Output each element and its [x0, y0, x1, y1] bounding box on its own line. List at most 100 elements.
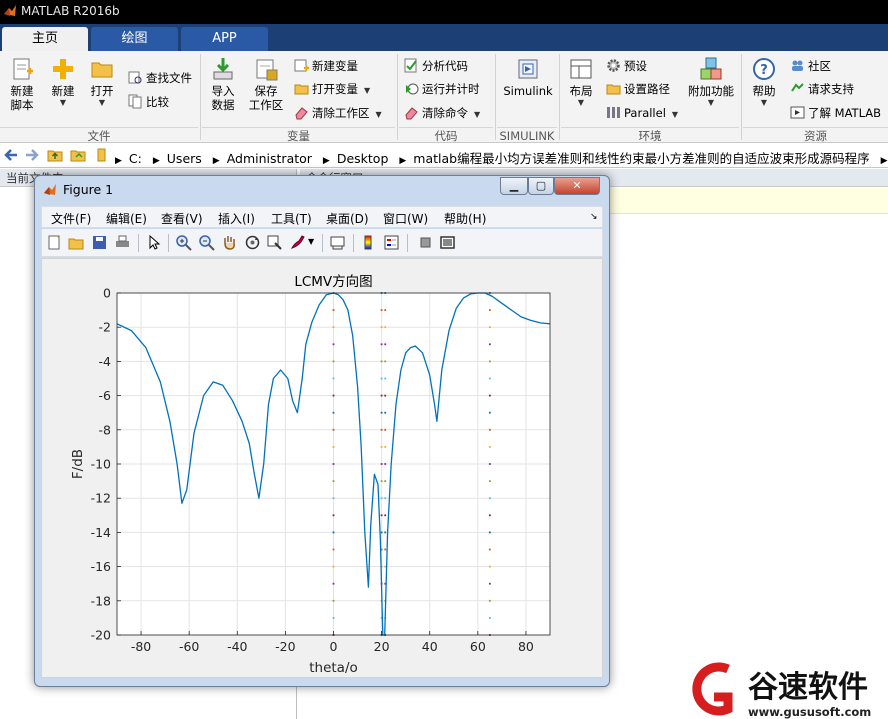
menu-window[interactable]: 窗口(W): [383, 210, 428, 227]
gusu-watermark: 谷速软件 www.gususoft.com: [692, 662, 871, 719]
breadcrumb-item[interactable]: Desktop: [337, 151, 389, 166]
tab-plots[interactable]: 绘图: [91, 27, 178, 51]
rotate-3d-icon[interactable]: [244, 234, 261, 251]
colorbar-icon[interactable]: [360, 234, 377, 251]
menu-help[interactable]: 帮助(H): [444, 210, 486, 227]
legend-icon[interactable]: [383, 234, 400, 251]
open-variable-dropdown-icon[interactable]: ▼: [364, 86, 370, 95]
marker-dot: [488, 599, 491, 602]
new-button[interactable]: 新建 ▼: [44, 56, 82, 108]
breadcrumb-item[interactable]: matlab编程最小均方误差准则和线性约束最小方差准则的自适应波束形成源码程序: [413, 151, 869, 166]
menu-view[interactable]: 查看(V): [161, 210, 203, 227]
clear-commands-dropdown-icon[interactable]: ▼: [474, 110, 480, 119]
menu-dock-arrow-icon[interactable]: ↘: [590, 212, 598, 222]
code-group-label: 代码: [399, 127, 493, 143]
chart-title: LCMV方向图: [294, 274, 372, 290]
new-script-button[interactable]: 新建 脚本: [2, 56, 42, 112]
breadcrumb-item[interactable]: Users: [167, 151, 202, 166]
show-plot-tools-icon[interactable]: [439, 234, 456, 251]
menu-desktop[interactable]: 桌面(D): [326, 210, 369, 227]
select-arrow-icon[interactable]: [145, 234, 162, 251]
new-dropdown-icon[interactable]: ▼: [44, 98, 82, 108]
learn-matlab-button[interactable]: 了解 MATLAB: [790, 104, 881, 122]
new-script-icon: [13, 58, 33, 80]
hide-plot-tools-icon[interactable]: [417, 234, 434, 251]
figure-toolbar: ▼: [41, 229, 603, 257]
open-variable-label: 打开变量: [312, 82, 358, 96]
marker-dot: [384, 360, 387, 363]
brush-icon[interactable]: [289, 234, 306, 251]
preferences-button[interactable]: 预设: [606, 57, 647, 75]
marker-dot: [488, 582, 491, 585]
community-button[interactable]: 社区: [790, 57, 831, 75]
up-folder-icon[interactable]: [47, 147, 63, 163]
print-icon[interactable]: [114, 234, 131, 251]
compare-button[interactable]: 比较: [128, 93, 169, 111]
save-disk-icon[interactable]: [91, 234, 108, 251]
tab-apps[interactable]: APP: [181, 27, 268, 51]
layout-icon: [570, 59, 592, 79]
breadcrumb-item[interactable]: C:: [129, 151, 142, 166]
close-button[interactable]: ✕: [554, 177, 600, 195]
marker-dot: [384, 480, 387, 482]
marker-dot: [488, 360, 491, 363]
clear-workspace-button[interactable]: 清除工作区 ▼: [294, 104, 382, 122]
help-dropdown-icon[interactable]: ▼: [746, 98, 782, 108]
menu-file[interactable]: 文件(F): [51, 210, 91, 227]
set-path-button[interactable]: 设置路径: [606, 80, 670, 98]
y-tick-label: -2: [99, 320, 111, 335]
minimize-icon: ▁: [509, 179, 519, 192]
addons-button[interactable]: 附加功能 ▼: [686, 56, 736, 108]
folder-open-icon: [91, 62, 113, 78]
minimize-button[interactable]: ▁: [500, 177, 528, 195]
simulink-button[interactable]: Simulink: [500, 56, 556, 98]
save-workspace-icon: [256, 59, 278, 81]
new-figure-icon[interactable]: [46, 234, 63, 251]
link-plot-icon[interactable]: [329, 234, 346, 251]
open-variable-button[interactable]: 打开变量 ▼: [294, 80, 370, 98]
analyze-code-icon: [404, 58, 417, 73]
menu-insert[interactable]: 插入(I): [218, 210, 255, 227]
save-workspace-button[interactable]: 保存 工作区: [244, 56, 288, 112]
marker-dot: [332, 582, 335, 585]
menu-tools[interactable]: 工具(T): [271, 210, 312, 227]
menu-edit[interactable]: 编辑(E): [106, 210, 147, 227]
layout-dropdown-icon[interactable]: ▼: [563, 98, 599, 108]
open-button[interactable]: 打开 ▼: [84, 56, 120, 108]
pan-hand-icon[interactable]: [221, 234, 238, 251]
browse-folder-icon[interactable]: [70, 147, 86, 163]
help-button[interactable]: ? 帮助 ▼: [746, 56, 782, 108]
zoom-out-icon[interactable]: [198, 234, 215, 251]
breadcrumb-item[interactable]: Administrator: [227, 151, 312, 166]
import-data-button[interactable]: 导入 数据: [204, 56, 242, 112]
layout-button[interactable]: 布局 ▼: [563, 56, 599, 108]
marker-dot: [488, 309, 491, 311]
zoom-in-icon[interactable]: [175, 234, 192, 251]
clear-commands-button[interactable]: 清除命令 ▼: [404, 104, 480, 122]
figure-canvas[interactable]: -80 -60 -40 -20 0 20 40 60 80 0 -2 -4 -6 -8 -10 -12 -14 -…: [41, 258, 603, 678]
forward-arrow-icon[interactable]: [24, 147, 40, 163]
clear-workspace-dropdown-icon[interactable]: ▼: [376, 110, 382, 119]
open-file-icon[interactable]: [68, 234, 85, 251]
back-arrow-icon[interactable]: [3, 147, 19, 163]
brush-dropdown-icon[interactable]: ▼: [308, 237, 314, 246]
find-files-button[interactable]: 查找文件: [128, 69, 192, 87]
app-titlebar: MATLAB R2016b: [0, 0, 888, 24]
data-cursor-icon[interactable]: [266, 234, 283, 251]
marker-dot: [332, 446, 335, 448]
figure-window[interactable]: Figure 1 ▁ ▢ ✕ 文件(F) 编辑(E) 查看(V) 插入(I) 工…: [34, 175, 610, 687]
lcmv-pattern-plot[interactable]: -80 -60 -40 -20 0 20 40 60 80 0 -2 -4 -6 -8 -10 -12 -14 -…: [42, 259, 602, 677]
maximize-button[interactable]: ▢: [528, 177, 554, 195]
marker-dot: [488, 326, 491, 329]
parallel-button[interactable]: Parallel ▼: [606, 104, 678, 122]
tab-home[interactable]: 主页: [2, 27, 88, 51]
run-and-time-button[interactable]: 运行并计时: [404, 80, 480, 98]
analyze-code-button[interactable]: 分析代码: [404, 57, 468, 75]
open-dropdown-icon[interactable]: ▼: [84, 98, 120, 108]
parallel-dropdown-icon[interactable]: ▼: [672, 110, 678, 119]
marker-dot: [384, 446, 387, 448]
addons-dropdown-icon[interactable]: ▼: [686, 98, 736, 108]
new-variable-button[interactable]: 新建变量: [294, 57, 358, 75]
layout-label: 布局: [569, 84, 593, 98]
request-support-button[interactable]: 请求支持: [790, 80, 854, 98]
